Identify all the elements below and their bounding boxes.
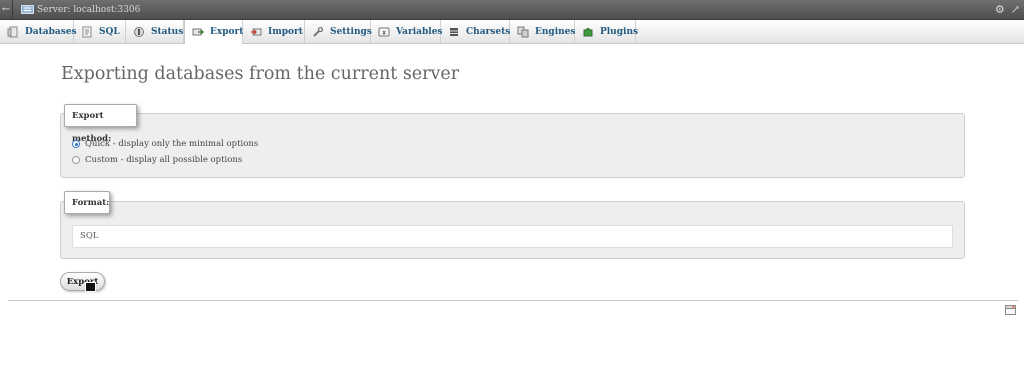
mouse-cursor-icon xyxy=(85,282,96,292)
radio-custom[interactable]: Custom - display all possible options xyxy=(72,155,242,165)
radio-button-checked[interactable] xyxy=(72,140,80,148)
tab-charsets[interactable]: Charsets xyxy=(441,20,510,43)
back-arrow-icon[interactable]: ← xyxy=(0,0,13,19)
radio-quick[interactable]: Quick - display only the minimal options xyxy=(72,139,258,149)
tab-plugins[interactable]: Plugins xyxy=(575,20,639,43)
svg-text:x: x xyxy=(382,29,386,36)
tab-variables[interactable]: x Variables xyxy=(371,20,443,43)
radio-custom-label[interactable]: Custom - display all possible options xyxy=(85,155,242,165)
page-title: Exporting databases from the current ser… xyxy=(61,64,460,84)
tab-engines[interactable]: Engines xyxy=(510,20,575,43)
puzzle-icon xyxy=(583,27,593,36)
server-title-bar: ← Server: localhost:3306 ⚙ ↗ xyxy=(0,0,1024,20)
tab-databases[interactable]: Databases xyxy=(0,20,77,43)
tab-label: Status xyxy=(151,26,184,37)
main-menu-tabs: Databases SQL Status Export Import Setti… xyxy=(0,20,1024,44)
tab-sql[interactable]: SQL xyxy=(74,20,126,43)
sql-icon xyxy=(82,26,92,37)
charsets-icon xyxy=(450,27,458,36)
tab-status[interactable]: Status xyxy=(126,20,184,43)
engines-icon xyxy=(517,26,529,37)
export-icon xyxy=(192,28,204,36)
format-select[interactable]: SQL xyxy=(72,225,953,248)
tab-label: Databases xyxy=(25,26,77,37)
format-legend: Format: xyxy=(64,191,110,214)
gear-icon[interactable]: ⚙ xyxy=(995,0,1005,19)
tab-label: Plugins xyxy=(600,26,639,37)
console-icon[interactable] xyxy=(1005,305,1016,315)
tab-label: Export xyxy=(210,27,244,37)
tab-label: SQL xyxy=(99,26,120,37)
import-icon xyxy=(251,28,262,35)
collapse-icon[interactable]: ↗ xyxy=(1011,0,1020,19)
wrench-icon xyxy=(313,26,324,37)
radio-button[interactable] xyxy=(72,156,80,164)
tab-label: Settings xyxy=(330,26,372,37)
database-icon xyxy=(7,26,18,37)
server-icon xyxy=(21,4,34,14)
radio-quick-label[interactable]: Quick - display only the minimal options xyxy=(85,139,258,149)
tab-label: Variables xyxy=(396,26,443,37)
tab-import[interactable]: Import xyxy=(243,20,305,43)
tab-label: Engines xyxy=(535,26,576,37)
status-icon xyxy=(134,26,144,37)
tab-settings[interactable]: Settings xyxy=(305,20,372,43)
tab-label: Charsets xyxy=(466,26,511,37)
variables-icon: x xyxy=(378,27,390,36)
divider xyxy=(8,300,1018,301)
tab-export[interactable]: Export xyxy=(184,20,243,44)
server-breadcrumb[interactable]: Server: localhost:3306 xyxy=(37,5,140,15)
export-button[interactable]: Export xyxy=(60,272,105,291)
export-method-legend: Export method: xyxy=(64,104,137,144)
tab-label: Import xyxy=(268,26,303,37)
